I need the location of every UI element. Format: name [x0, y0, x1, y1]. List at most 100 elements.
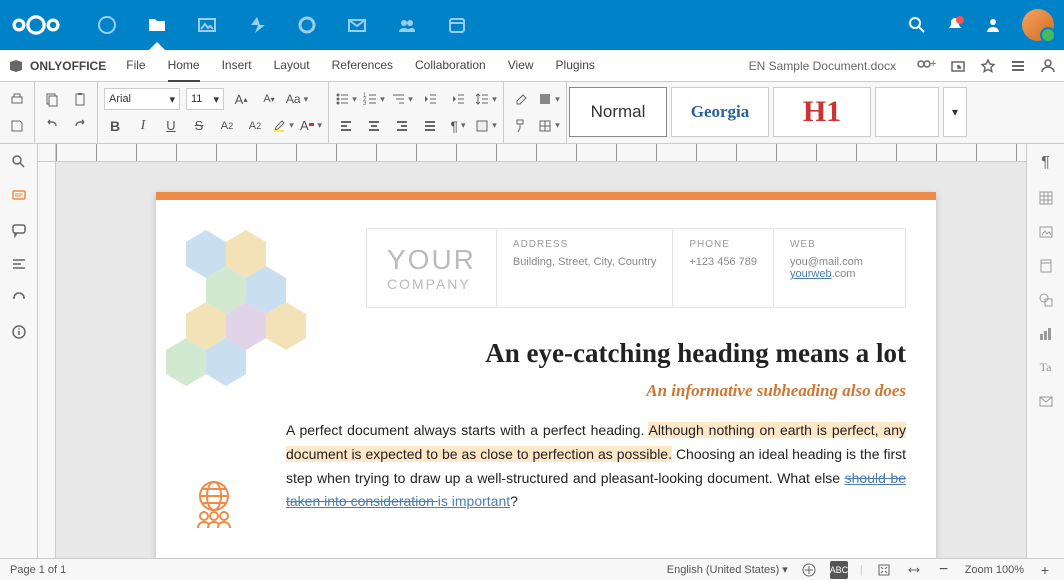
app-mail[interactable] — [332, 0, 382, 50]
document-area[interactable]: YOUR COMPANY ADDRESS Building, Street, C… — [56, 162, 1026, 558]
underline-icon[interactable]: U — [160, 115, 182, 137]
decrease-font-icon[interactable]: A▾ — [258, 88, 280, 110]
notifications-icon[interactable] — [946, 16, 964, 34]
view-options-icon[interactable] — [1010, 58, 1026, 74]
multilevel-icon[interactable] — [391, 88, 413, 110]
comments-icon[interactable] — [11, 188, 27, 204]
style-blank[interactable] — [875, 87, 939, 137]
numbering-icon[interactable]: 123 — [363, 88, 385, 110]
chart-settings-icon[interactable] — [1038, 326, 1054, 342]
right-sidebar: ¶ Ta — [1026, 144, 1064, 558]
image-settings-icon[interactable] — [1038, 224, 1054, 240]
language-select[interactable]: English (United States) ▾ — [667, 563, 788, 576]
user-icon[interactable] — [1040, 58, 1056, 74]
toolbar: Arial▾ 11▾ A▴ A▾ Aa B I U S A2 A2 A 123 — [0, 82, 1064, 144]
about-icon[interactable] — [11, 324, 27, 340]
navigation-icon[interactable] — [11, 256, 27, 272]
outdent-icon[interactable] — [419, 88, 441, 110]
spellcheck-icon[interactable] — [800, 561, 818, 579]
shape-settings-icon[interactable] — [1038, 292, 1054, 308]
textart-settings-icon[interactable]: Ta — [1040, 360, 1052, 375]
paragraph-settings-icon[interactable]: ¶ — [1041, 154, 1050, 172]
shape-fill-icon[interactable] — [538, 88, 560, 110]
page-indicator[interactable]: Page 1 of 1 — [10, 564, 66, 576]
italic-icon[interactable]: I — [132, 115, 154, 137]
table-settings-icon[interactable] — [1038, 190, 1054, 206]
font-color-icon[interactable]: A — [300, 115, 322, 137]
horizontal-ruler[interactable] — [38, 144, 1026, 162]
trackchanges-icon[interactable]: ABC — [830, 561, 848, 579]
user-avatar[interactable] — [1022, 9, 1054, 41]
app-activity[interactable] — [232, 0, 282, 50]
share-icon[interactable]: + — [916, 58, 936, 74]
align-center-icon[interactable] — [363, 115, 385, 137]
align-right-icon[interactable] — [391, 115, 413, 137]
nextcloud-logo[interactable] — [10, 12, 62, 38]
bullets-icon[interactable] — [335, 88, 357, 110]
indent-icon[interactable] — [447, 88, 469, 110]
app-contacts[interactable] — [382, 0, 432, 50]
vertical-ruler[interactable] — [38, 162, 56, 558]
favorite-icon[interactable] — [980, 58, 996, 74]
paste-icon[interactable] — [69, 88, 91, 110]
workspace: YOUR COMPANY ADDRESS Building, Street, C… — [0, 144, 1064, 558]
save-icon[interactable] — [6, 115, 28, 137]
print-icon[interactable] — [6, 88, 28, 110]
clear-format-icon[interactable] — [510, 88, 532, 110]
case-icon[interactable]: Aa — [286, 88, 308, 110]
app-dashboard[interactable] — [82, 0, 132, 50]
undo-icon[interactable] — [41, 115, 63, 137]
bold-icon[interactable]: B — [104, 115, 126, 137]
font-name-select[interactable]: Arial▾ — [104, 88, 180, 110]
tab-references[interactable]: References — [332, 50, 393, 82]
align-justify-icon[interactable] — [419, 115, 441, 137]
font-size-select[interactable]: 11▾ — [186, 88, 224, 110]
increase-font-icon[interactable]: A▴ — [230, 88, 252, 110]
fit-width-icon[interactable] — [905, 561, 923, 579]
format-painter-icon[interactable] — [510, 115, 532, 137]
app-calendar[interactable] — [432, 0, 482, 50]
line-spacing-icon[interactable] — [475, 88, 497, 110]
app-photos[interactable] — [182, 0, 232, 50]
style-normal[interactable]: Normal — [569, 87, 667, 137]
tab-insert[interactable]: Insert — [222, 50, 252, 82]
nonprinting-icon[interactable]: ¶ — [447, 115, 469, 137]
redo-icon[interactable] — [69, 115, 91, 137]
strike-icon[interactable]: S — [188, 115, 210, 137]
app-files[interactable] — [132, 0, 182, 50]
tab-file[interactable]: File — [126, 50, 145, 82]
tab-home[interactable]: Home — [168, 50, 200, 82]
contacts-icon[interactable] — [984, 16, 1002, 34]
chat-icon[interactable] — [11, 222, 27, 238]
copy-icon[interactable] — [41, 88, 63, 110]
style-georgia[interactable]: Georgia — [671, 87, 769, 137]
app-talk[interactable] — [282, 0, 332, 50]
align-left-icon[interactable] — [335, 115, 357, 137]
search-icon[interactable] — [908, 16, 926, 34]
zoom-out-icon[interactable]: − — [935, 561, 953, 579]
header-footer-icon[interactable] — [1038, 258, 1054, 274]
highlight-icon[interactable] — [272, 115, 294, 137]
fit-page-icon[interactable] — [875, 561, 893, 579]
zoom-in-icon[interactable]: + — [1036, 561, 1054, 579]
status-bar: Page 1 of 1 English (United States) ▾ AB… — [0, 558, 1064, 580]
web-link[interactable]: yourweb — [790, 268, 832, 280]
tab-view[interactable]: View — [508, 50, 534, 82]
open-folder-icon[interactable] — [950, 58, 966, 74]
feedback-icon[interactable] — [11, 290, 27, 306]
zoom-level[interactable]: Zoom 100% — [965, 564, 1024, 576]
font-size-value: 11 — [191, 93, 202, 105]
tab-plugins[interactable]: Plugins — [556, 50, 595, 82]
tab-collaboration[interactable]: Collaboration — [415, 50, 486, 82]
find-icon[interactable] — [11, 154, 27, 170]
tab-layout[interactable]: Layout — [274, 50, 310, 82]
mailmerge-icon[interactable] — [1038, 393, 1054, 409]
inserted-text: is important — [438, 493, 510, 509]
superscript-icon[interactable]: A2 — [216, 115, 238, 137]
shading-icon[interactable] — [475, 115, 497, 137]
style-h1[interactable]: H1 — [773, 87, 871, 137]
page[interactable]: YOUR COMPANY ADDRESS Building, Street, C… — [156, 192, 936, 558]
insert-table-icon[interactable] — [538, 115, 560, 137]
subscript-icon[interactable]: A2 — [244, 115, 266, 137]
style-dropdown[interactable]: ▾ — [943, 87, 967, 137]
